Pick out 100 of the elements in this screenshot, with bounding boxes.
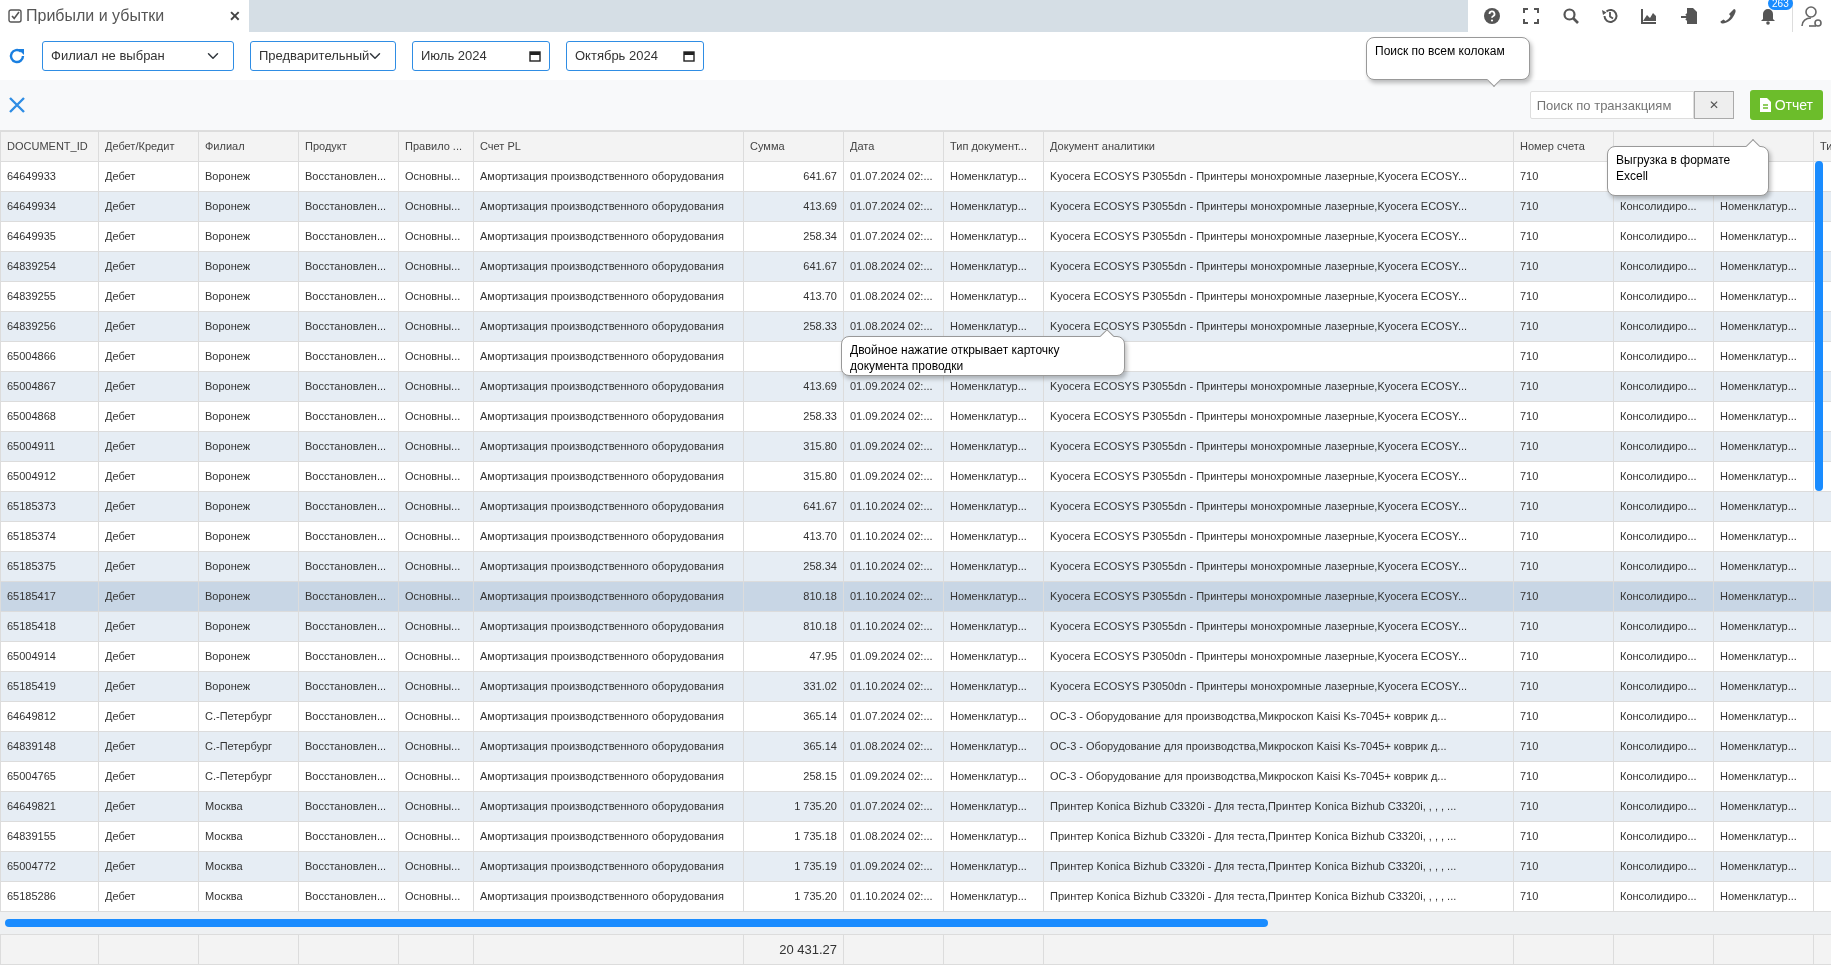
refresh-icon[interactable] bbox=[8, 47, 26, 65]
table-row[interactable] bbox=[0, 551, 1831, 582]
table-cell: Консолидиро... bbox=[1620, 620, 1697, 633]
table-row[interactable] bbox=[0, 521, 1831, 552]
table-cell: Консолидиро... bbox=[1620, 830, 1697, 843]
table-cell: Воронеж bbox=[205, 260, 251, 273]
table-cell: 258.34 bbox=[803, 560, 837, 573]
table-row[interactable] bbox=[0, 431, 1831, 462]
column-header[interactable]: Тип документ... bbox=[943, 131, 1044, 162]
table-row[interactable] bbox=[0, 461, 1831, 492]
table-cell: Основны... bbox=[405, 500, 461, 513]
column-header[interactable]: Дебет/Кредит bbox=[98, 131, 199, 162]
table-cell: 01.09.2024 02:... bbox=[850, 770, 933, 783]
user-icon[interactable] bbox=[1799, 4, 1824, 28]
table-cell: Дебет bbox=[105, 200, 136, 213]
table-cell: 01.07.2024 02:... bbox=[850, 800, 933, 813]
table-cell: 710 bbox=[1520, 290, 1539, 303]
table-row[interactable] bbox=[0, 851, 1831, 882]
table-cell: Восстановлен... bbox=[305, 860, 387, 873]
table-cell: Номенклатур... bbox=[950, 650, 1027, 663]
table-cell: Основны... bbox=[405, 230, 461, 243]
column-header[interactable]: Дата bbox=[843, 131, 944, 162]
column-header[interactable]: DOCUMENT_ID bbox=[0, 131, 99, 162]
table-cell: Номенклатур... bbox=[1720, 590, 1797, 603]
table-row[interactable] bbox=[0, 641, 1831, 672]
table-cell: 01.08.2024 02:... bbox=[850, 740, 933, 753]
close-icon[interactable] bbox=[8, 96, 26, 114]
table-row[interactable] bbox=[0, 881, 1831, 912]
clear-button[interactable]: ✕ bbox=[1693, 91, 1734, 119]
mode-select[interactable]: Предварительный bbox=[250, 41, 396, 71]
table-row[interactable] bbox=[0, 731, 1831, 762]
table-cell: Основны... bbox=[405, 380, 461, 393]
table-cell: 47.95 bbox=[809, 650, 837, 663]
column-header[interactable]: Номер счета bbox=[1513, 131, 1614, 162]
table-cell: Kyocera ECOSYS P3055dn - Принтеры монохромные лазерные,Kyocera ECOSY... bbox=[1050, 410, 1468, 423]
column-header[interactable]: Сумма bbox=[743, 131, 844, 162]
table-cell: Номенклатур... bbox=[1720, 860, 1797, 873]
table-cell: Восстановлен... bbox=[305, 710, 387, 723]
table-row[interactable] bbox=[0, 251, 1831, 282]
close-tab-button[interactable]: ✕ bbox=[229, 5, 241, 27]
branch-select[interactable]: Филиал не выбран bbox=[42, 41, 234, 71]
table-row[interactable] bbox=[0, 401, 1831, 432]
date-field[interactable]: Июль 2024 bbox=[412, 41, 550, 71]
table-cell: С.-Петербург bbox=[205, 740, 273, 753]
table-cell: Воронеж bbox=[205, 500, 251, 513]
table-cell: Основны... bbox=[405, 710, 461, 723]
table-cell: Номенклатур... bbox=[1720, 650, 1797, 663]
table-row[interactable] bbox=[0, 191, 1831, 222]
column-header[interactable]: Филиал bbox=[198, 131, 299, 162]
table-row[interactable] bbox=[0, 281, 1831, 312]
table-row[interactable] bbox=[0, 761, 1831, 792]
table-cell: Воронеж bbox=[205, 350, 251, 363]
table-cell: Kyocera ECOSYS P3055dn - Принтеры монохромные лазерные,Kyocera ECOSY... bbox=[1050, 560, 1468, 573]
fullscreen-icon[interactable] bbox=[1522, 7, 1541, 25]
table-cell: Дебет bbox=[105, 680, 136, 693]
phone-icon[interactable] bbox=[1719, 7, 1738, 25]
table-cell: 65004765 bbox=[7, 770, 56, 783]
table-row[interactable] bbox=[0, 491, 1831, 522]
column-header[interactable]: Правило ... bbox=[398, 131, 474, 162]
import-icon[interactable] bbox=[1679, 7, 1698, 25]
help-icon[interactable] bbox=[1482, 7, 1501, 25]
table-cell: Дебет bbox=[105, 650, 136, 663]
total-value: 20 431.27 bbox=[779, 941, 837, 957]
table-row[interactable] bbox=[0, 821, 1831, 852]
date-field[interactable]: Октябрь 2024 bbox=[566, 41, 704, 71]
table-cell: 65185419 bbox=[7, 680, 56, 693]
table-row[interactable] bbox=[0, 701, 1831, 732]
chart-icon[interactable] bbox=[1640, 7, 1659, 25]
table-cell: Воронеж bbox=[205, 440, 251, 453]
table-cell: Номенклатур... bbox=[1720, 620, 1797, 633]
table-cell: Амортизация производственного оборудования bbox=[480, 710, 724, 723]
table-row[interactable] bbox=[0, 611, 1831, 642]
search-field[interactable]: Поиск по транзакциям bbox=[1529, 91, 1694, 119]
table-cell: Консолидиро... bbox=[1620, 470, 1697, 483]
table-row[interactable] bbox=[0, 581, 1831, 612]
table-cell: 01.10.2024 02:... bbox=[850, 680, 933, 693]
tab-title: Прибыли и убытки bbox=[26, 6, 165, 26]
file-icon bbox=[1759, 98, 1771, 112]
column-header[interactable]: Продукт bbox=[298, 131, 399, 162]
table-cell: ОС-3 - Оборудование для производства,Микроскоп Kaisi Ks-7045+ коврик д... bbox=[1050, 740, 1447, 753]
table-cell: Воронеж bbox=[205, 650, 251, 663]
table-cell: 65004911 bbox=[7, 440, 56, 453]
column-header[interactable]: Документ аналитики bbox=[1043, 131, 1514, 162]
table-row[interactable] bbox=[0, 311, 1831, 342]
table-cell: Воронеж bbox=[205, 320, 251, 333]
table-cell: Номенклатур... bbox=[1720, 290, 1797, 303]
vertical-scrollbar[interactable] bbox=[1815, 161, 1823, 491]
table-cell: Воронеж bbox=[205, 230, 251, 243]
table-row[interactable] bbox=[0, 371, 1831, 402]
table-row[interactable] bbox=[0, 791, 1831, 822]
history-icon[interactable] bbox=[1601, 7, 1620, 25]
table-row[interactable] bbox=[0, 221, 1831, 252]
table-cell: Амортизация производственного оборудования bbox=[480, 440, 724, 453]
horizontal-scrollbar[interactable] bbox=[5, 919, 1268, 927]
column-header[interactable]: Счет PL bbox=[473, 131, 744, 162]
table-cell: Номенклатур... bbox=[1720, 710, 1797, 723]
table-row[interactable] bbox=[0, 671, 1831, 702]
table-cell: Номенклатур... bbox=[1720, 530, 1797, 543]
search-icon[interactable] bbox=[1561, 7, 1580, 25]
table-cell: Воронеж bbox=[205, 530, 251, 543]
